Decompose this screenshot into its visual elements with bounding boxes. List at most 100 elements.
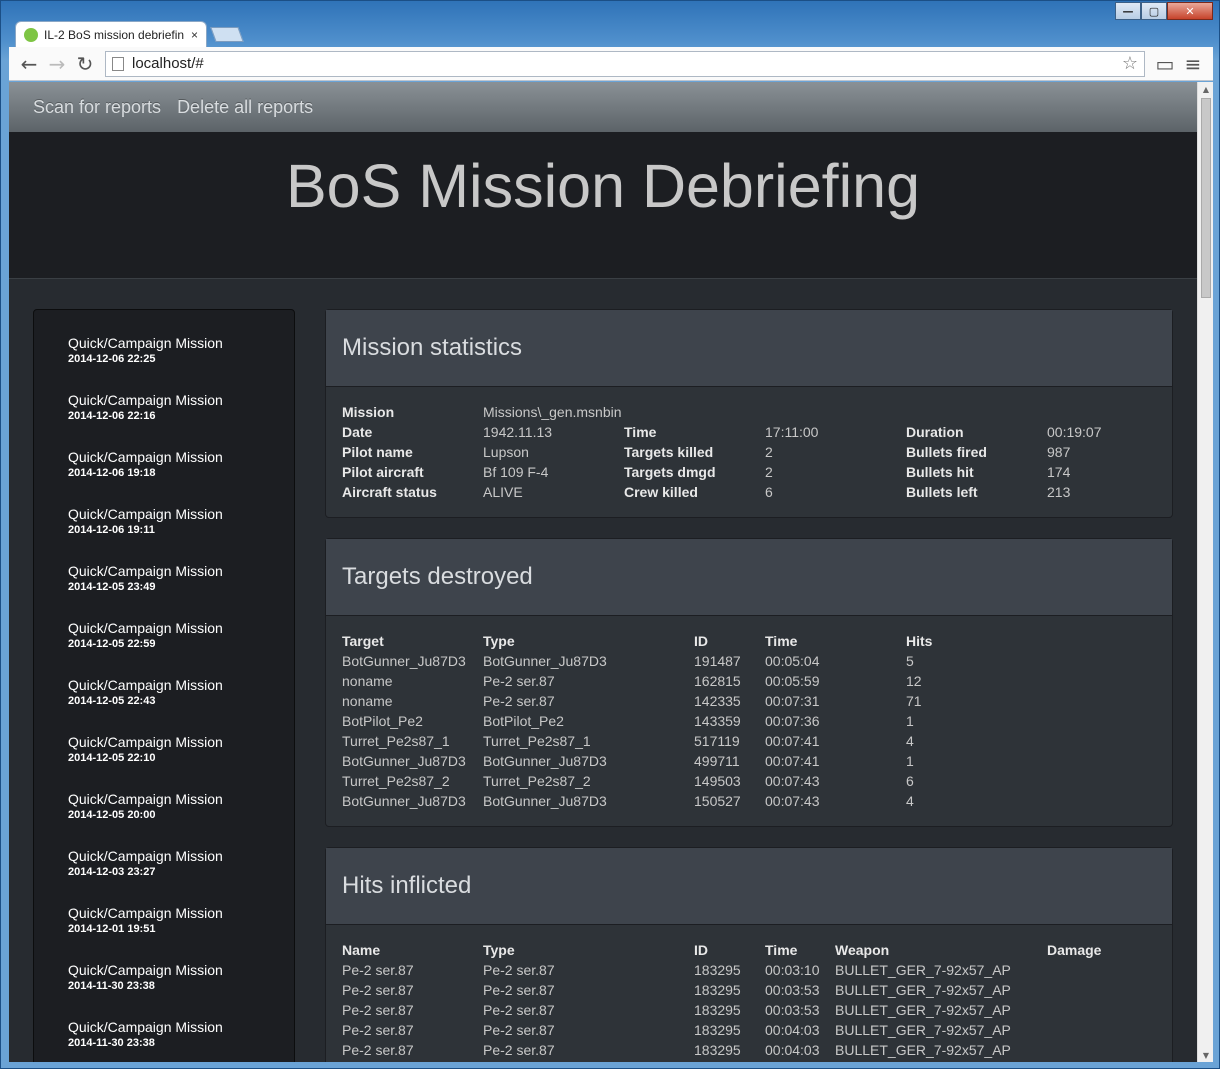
page-title: BoS Mission Debriefing xyxy=(285,151,920,220)
table-cell: BULLET_GER_7-92x57_AP xyxy=(835,962,1011,978)
table-cell: 183295 xyxy=(694,982,741,998)
table-cell: BotGunner_Ju87D3 xyxy=(483,793,607,809)
table-cell: Pe-2 ser.87 xyxy=(483,1002,555,1018)
report-title[interactable]: Quick/Campaign Mission xyxy=(68,619,294,637)
table-cell xyxy=(1047,1000,1147,1020)
report-item[interactable]: Quick/Campaign Mission 2014-12-03 23:27 xyxy=(34,847,294,904)
report-item[interactable]: Quick/Campaign Mission 2014-12-05 22:43 xyxy=(34,676,294,733)
table-row: noname Pe-2 ser.87 142335 00:07:31 71 xyxy=(342,691,1006,711)
delete-reports-link[interactable]: Delete all reports xyxy=(169,97,321,118)
column-header: Hits xyxy=(906,633,933,649)
report-title[interactable]: Quick/Campaign Mission xyxy=(68,562,294,580)
page-viewport: Scan for reports Delete all reports BoS … xyxy=(9,82,1213,1062)
stat-label: Time xyxy=(624,424,657,440)
table-row: BotGunner_Ju87D3 BotGunner_Ju87D3 150527 00… xyxy=(342,791,1006,811)
navbar: Scan for reports Delete all reports xyxy=(9,82,1197,133)
table-cell: 00:05:59 xyxy=(765,673,820,689)
report-item[interactable]: Quick/Campaign Mission 2014-12-05 23:49 xyxy=(34,562,294,619)
report-date: 2014-11-30 23:38 xyxy=(68,1037,155,1049)
report-title[interactable]: Quick/Campaign Mission xyxy=(68,790,294,808)
vertical-scrollbar[interactable]: ▲ ▼ xyxy=(1197,82,1213,1062)
minimize-button[interactable]: — xyxy=(1115,2,1141,20)
table-row: Turret_Pe2s87_1 Turret_Pe2s87_1 517119 00:0… xyxy=(342,731,1006,751)
scroll-up-icon[interactable]: ▲ xyxy=(1198,82,1213,96)
stat-value: Missions\_gen.msnbin xyxy=(483,404,622,420)
targets-destroyed-panel: Targets destroyed Target Type ID Time Hi… xyxy=(325,538,1173,827)
table-cell: 00:03:10 xyxy=(765,962,820,978)
report-item[interactable]: Quick/Campaign Mission 2014-12-06 19:11 xyxy=(34,505,294,562)
column-header: Type xyxy=(483,942,515,958)
url-text[interactable]: localhost/# xyxy=(132,55,1122,72)
page-icon xyxy=(112,56,124,71)
report-item[interactable]: Quick/Campaign Mission 2014-11-30 23:38 xyxy=(34,1018,294,1062)
scroll-down-icon[interactable]: ▼ xyxy=(1198,1048,1213,1062)
close-window-button[interactable]: ✕ xyxy=(1167,2,1213,20)
report-title[interactable]: Quick/Campaign Mission xyxy=(68,904,294,922)
tab-close-icon[interactable]: × xyxy=(191,28,198,42)
panel-heading: Mission statistics xyxy=(326,310,1172,387)
report-title[interactable]: Quick/Campaign Mission xyxy=(68,676,294,694)
leaf-icon xyxy=(24,27,38,42)
report-item[interactable]: Quick/Campaign Mission 2014-11-30 23:38 xyxy=(34,961,294,1018)
report-title[interactable]: Quick/Campaign Mission xyxy=(68,1018,294,1036)
column-header: ID xyxy=(694,633,708,649)
browser-tab[interactable]: IL-2 BoS mission debriefin × xyxy=(15,21,207,47)
menu-icon[interactable]: ≡ xyxy=(1179,51,1207,77)
back-arrow-icon[interactable]: ← xyxy=(15,51,43,77)
report-date: 2014-12-06 19:11 xyxy=(68,524,155,536)
table-cell: 5 xyxy=(906,653,914,669)
table-cell: 1 xyxy=(906,753,914,769)
table-cell: 183295 xyxy=(694,1042,741,1058)
table-cell: 00:07:36 xyxy=(765,713,820,729)
report-item[interactable]: Quick/Campaign Mission 2014-12-05 22:10 xyxy=(34,733,294,790)
table-row: Pe-2 ser.87 Pe-2 ser.87 183295 00:03:10 BULL… xyxy=(342,960,1147,980)
report-title[interactable]: Quick/Campaign Mission xyxy=(68,733,294,751)
table-cell xyxy=(1047,1040,1147,1060)
table-cell: 00:04:03 xyxy=(765,1042,820,1058)
scan-reports-link[interactable]: Scan for reports xyxy=(25,97,169,118)
table-cell: 142335 xyxy=(694,693,741,709)
hits-inflicted-panel: Hits inflicted Name Type ID Time Weapon … xyxy=(325,847,1173,1062)
table-cell: Turret_Pe2s87_2 xyxy=(483,773,591,789)
report-title[interactable]: Quick/Campaign Mission xyxy=(68,334,294,352)
panel-title: Targets destroyed xyxy=(342,563,533,590)
report-date: 2014-12-05 20:00 xyxy=(68,809,156,821)
table-cell: 00:04:03 xyxy=(765,1022,820,1038)
report-title[interactable]: Quick/Campaign Mission xyxy=(68,448,294,466)
report-title[interactable]: Quick/Campaign Mission xyxy=(68,961,294,979)
scrollbar-thumb[interactable] xyxy=(1201,98,1211,298)
report-item[interactable]: Quick/Campaign Mission 2014-12-06 22:25 xyxy=(34,334,294,391)
report-title[interactable]: Quick/Campaign Mission xyxy=(68,391,294,409)
column-header: Type xyxy=(483,633,515,649)
new-tab-button[interactable] xyxy=(210,27,244,42)
page: Scan for reports Delete all reports BoS … xyxy=(9,82,1197,1062)
report-date: 2014-12-05 23:49 xyxy=(68,581,156,593)
reload-icon[interactable]: ↻ xyxy=(71,51,99,77)
browser-toolbar: ← → ↻ localhost/# ☆ ▭ ≡ xyxy=(9,47,1213,81)
table-cell: 71 xyxy=(906,693,922,709)
maximize-button[interactable]: ▢ xyxy=(1141,2,1167,20)
cast-icon[interactable]: ▭ xyxy=(1151,51,1179,77)
column-header: Target xyxy=(342,633,384,649)
report-item[interactable]: Quick/Campaign Mission 2014-12-06 19:18 xyxy=(34,448,294,505)
column-header: Time xyxy=(765,942,798,958)
address-bar[interactable]: localhost/# ☆ xyxy=(105,50,1145,77)
column-header: Time xyxy=(765,633,798,649)
stat-value: Bf 109 F-4 xyxy=(483,464,549,480)
table-cell: 12 xyxy=(906,673,922,689)
stat-label: Bullets hit xyxy=(906,464,974,480)
report-title[interactable]: Quick/Campaign Mission xyxy=(68,505,294,523)
panel-body: Mission Missions\_gen.msnbin Date 1942.1… xyxy=(326,387,1172,512)
stat-value: 17:11:00 xyxy=(765,424,819,440)
column-header: ID xyxy=(694,942,708,958)
report-item[interactable]: Quick/Campaign Mission 2014-12-05 22:59 xyxy=(34,619,294,676)
report-item[interactable]: Quick/Campaign Mission 2014-12-01 19:51 xyxy=(34,904,294,961)
report-item[interactable]: Quick/Campaign Mission 2014-12-05 20:00 xyxy=(34,790,294,847)
stats-row: Date 1942.11.13 Time 17:11:00 Duration 0… xyxy=(342,422,1156,442)
report-item[interactable]: Quick/Campaign Mission 2014-12-06 22:16 xyxy=(34,391,294,448)
report-title[interactable]: Quick/Campaign Mission xyxy=(68,847,294,865)
bookmark-star-icon[interactable]: ☆ xyxy=(1122,53,1138,74)
forward-arrow-icon[interactable]: → xyxy=(43,51,71,77)
stat-label: Date xyxy=(342,424,373,440)
table-cell: Pe-2 ser.87 xyxy=(342,962,414,978)
